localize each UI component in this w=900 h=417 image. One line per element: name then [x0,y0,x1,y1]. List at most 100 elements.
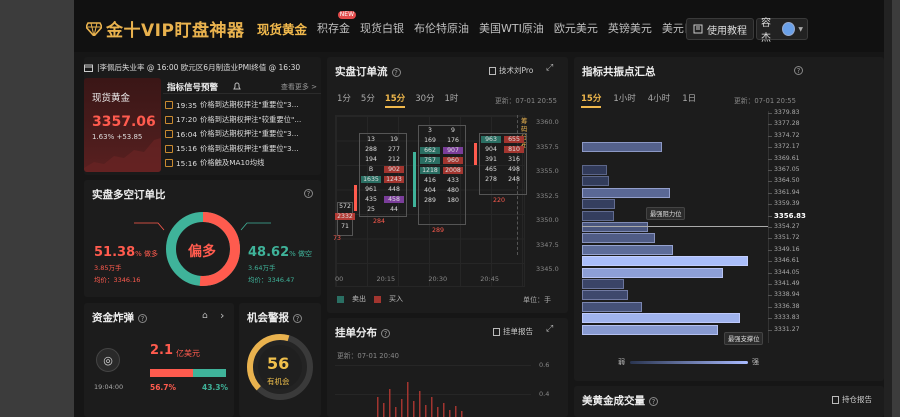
tab-4h[interactable]: 4小时 [648,92,670,108]
axis-tick [768,204,772,206]
price-level-label: 3338.94 [774,291,800,299]
tutorial-label: 使用教程 [707,25,747,37]
pending-updated: 更新：07-01 20:40 [337,352,399,360]
tab-1d[interactable]: 1日 [682,92,696,108]
help-icon[interactable]: ? [304,189,313,198]
user-menu[interactable]: 容杰 ▼ [756,18,808,44]
tab-15m[interactable]: 15分 [581,92,602,108]
signal-title: 指标信号预警 [167,83,219,93]
tab-1h[interactable]: 1小时 [613,92,635,108]
short-stats: 48.62% 做空 3.64万手 均价：3346.47 [248,241,312,284]
legend-sell-swatch [337,295,344,303]
consensus-bar[interactable] [582,313,740,324]
bomb-ratio-red [150,369,194,377]
cell: 458 [384,196,404,203]
tech-button[interactable]: 技术刘Pro [489,65,533,76]
chevron-right-icon[interactable]: › [220,309,224,322]
list-item[interactable]: 17:20 价格到达期权押注"较重要位"... [163,113,321,128]
list-item[interactable]: 19:35 价格到达期权拝注"重要位"3... [163,98,321,113]
list-item[interactable]: 15:16 价格触及MA10均线 [163,156,321,171]
tab-30m[interactable]: 30分 [415,92,434,108]
consensus-bar[interactable] [582,233,656,244]
short-label: % 做空 [289,250,313,258]
nav-item-silver[interactable]: 现货白银 [360,20,404,39]
help-icon[interactable]: ? [293,313,302,323]
cell: 277 [388,146,400,153]
chevron-down-icon: ▼ [798,25,803,33]
short-amount: 3.64万手 [248,264,276,272]
consensus-bar[interactable] [582,290,629,301]
scrollbar[interactable] [884,0,892,417]
list-item[interactable]: 15:16 价格到达期权押注"重要位"3... [163,142,321,157]
strength-scale [630,361,748,364]
consensus-bar[interactable] [582,279,624,289]
cell: 448 [388,186,400,193]
help-icon[interactable]: ? [391,67,401,77]
consensus-bar[interactable] [582,301,642,312]
tab-1h[interactable]: 1时 [445,92,459,108]
axis-tick [768,124,772,126]
nav-item-gbpusd[interactable]: 英镑美元 [608,20,652,39]
pending-title-text: 挂单分布 [335,327,377,339]
consensus-bar[interactable] [582,324,719,335]
tab-1m[interactable]: 1分 [337,92,351,108]
news-ticker[interactable]: |李佩后失业率 @ 16:00 欧元区6月制造业PMI终值 @ 16:30 [84,60,321,75]
signal-time: 19:35 [176,100,198,110]
long-avg: 均价：3346.16 [94,276,141,284]
consensus-bar[interactable] [582,222,649,232]
position-report-button[interactable]: 持仓报告 [832,394,872,405]
user-name: 容杰 [761,18,771,44]
cell: 73 [333,235,341,242]
symbol-nav: 现货黄金 积存金 NEW 现货白银 布伦特原油 美国WTI原油 欧元美元 英镑美元… [257,11,727,39]
nav-item-gold-savings[interactable]: 积存金 NEW [317,11,357,39]
cell: 176 [447,137,459,144]
help-icon[interactable]: ? [138,313,147,323]
consensus-bar[interactable] [582,165,607,175]
nav-item-spot-gold[interactable]: 现货黄金 [257,19,307,38]
cell: 904 [485,146,497,153]
signal-more-link[interactable]: 查看更多 > [281,82,317,92]
tab-15m[interactable]: 15分 [384,92,406,108]
bell-icon[interactable]: ⌂ [202,311,208,321]
nav-item-brent[interactable]: 布伦特原油 [414,20,469,39]
orderflow-legend: 卖出 买入 [337,294,403,304]
cell: 169 [424,137,436,144]
expand-icon[interactable]: ⤢ [546,63,553,73]
help-icon[interactable]: ? [649,396,658,406]
signal-text: 价格到达期权押注"重要位"3... [200,129,299,139]
signal-text: 价格触及MA10均线 [200,158,265,168]
consensus-bar[interactable] [582,244,674,255]
consensus-bar[interactable] [582,256,748,267]
consensus-bar[interactable] [582,176,609,187]
y-tick: 0.4 [539,390,550,398]
nav-item-wti[interactable]: 美国WTI原油 [479,20,544,39]
consensus-bar[interactable] [582,142,662,153]
nav-item-eurusd[interactable]: 欧元美元 [554,20,598,39]
cell: 810 [504,146,524,153]
bomb-title-text: 资金炸弹 [92,312,134,324]
price-level-label: 3374.72 [774,131,800,139]
spot-gold-card[interactable]: 现货黄金 3357.06 1.63% +53.85 [84,78,161,172]
tab-5m[interactable]: 5分 [361,92,375,108]
alert-score: 56 [267,354,290,373]
alert-title-text: 机会警报 [247,312,289,324]
consensus-bar[interactable] [582,210,614,221]
axis-tick [768,295,772,297]
expand-icon[interactable]: ⤢ [546,324,553,334]
long-short-title: 实盘多空订单比 [92,187,166,202]
consensus-bar[interactable] [582,187,670,198]
logo[interactable]: 金十VIP盯盘神器 [86,16,244,41]
help-icon[interactable]: ? [381,328,390,338]
price-level-label: 3351.72 [774,234,800,242]
pending-report-button[interactable]: 挂单报告 [493,326,533,337]
long-pct: 51.38 [94,245,136,260]
bell-icon[interactable] [233,82,241,91]
list-item[interactable]: 16:04 价格到达期权押注"重要位"3... [163,127,321,142]
tutorial-button[interactable]: 使用教程 [686,18,754,40]
axis-tick [768,147,772,149]
price-level-label: 3349.16 [774,245,800,253]
cell: 44 [390,206,398,213]
consensus-bar[interactable] [582,267,724,278]
consensus-bar[interactable] [582,199,616,210]
help-icon[interactable]: ? [794,66,803,75]
